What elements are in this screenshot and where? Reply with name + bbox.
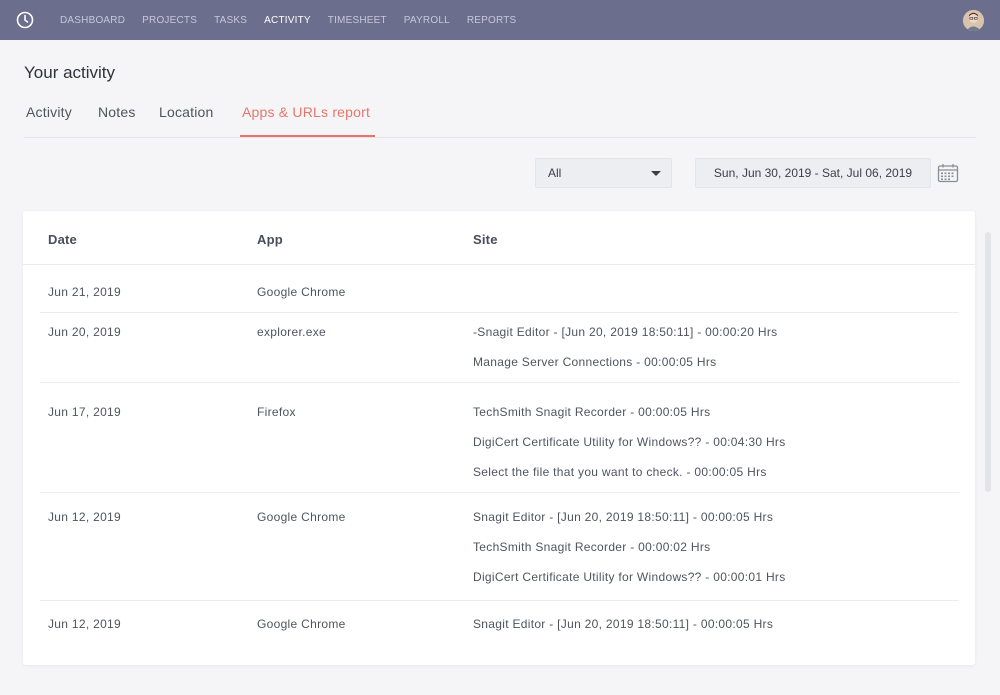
user-avatar-icon <box>963 10 984 31</box>
nav-payroll[interactable]: PAYROLL <box>404 15 450 26</box>
calendar-icon[interactable] <box>937 163 959 183</box>
row-site-entry: Manage Server Connections - 00:00:05 Hrs <box>473 355 717 369</box>
activity-tabs: Activity Notes Location Apps & URLs repo… <box>24 96 976 138</box>
row-site-entry: Select the file that you want to check. … <box>473 465 767 479</box>
table-row: Jun 12, 2019 Google Chrome Snagit Editor… <box>40 493 959 601</box>
nav-tasks[interactable]: TASKS <box>214 15 247 26</box>
row-date: Jun 12, 2019 <box>48 617 121 631</box>
caret-down-icon <box>651 171 661 176</box>
nav-activity[interactable]: ACTIVITY <box>264 15 311 26</box>
nav-projects[interactable]: PROJECTS <box>142 15 197 26</box>
row-site-entry: Snagit Editor - [Jun 20, 2019 18:50:11] … <box>473 510 774 524</box>
row-date: Jun 20, 2019 <box>48 325 121 339</box>
column-header-site[interactable]: Site <box>473 232 498 247</box>
tab-activity[interactable]: Activity <box>26 104 72 120</box>
row-app: Google Chrome <box>257 510 346 524</box>
date-range-picker[interactable]: Sun, Jun 30, 2019 - Sat, Jul 06, 2019 <box>695 158 931 188</box>
table-row: Jun 12, 2019 Google Chrome Snagit Editor… <box>40 601 959 651</box>
nav-dashboard[interactable]: DASHBOARD <box>60 15 125 26</box>
top-navigation-bar: DASHBOARD PROJECTS TASKS ACTIVITY TIMESH… <box>0 0 1000 40</box>
nav-reports[interactable]: REPORTS <box>467 15 517 26</box>
row-site-entry: TechSmith Snagit Recorder - 00:00:02 Hrs <box>473 540 711 554</box>
row-site-entry: DigiCert Certificate Utility for Windows… <box>473 570 786 584</box>
row-site-entry: DigiCert Certificate Utility for Windows… <box>473 435 786 449</box>
tab-apps-urls-report[interactable]: Apps & URLs report <box>242 104 370 120</box>
date-range-value: Sun, Jun 30, 2019 - Sat, Jul 06, 2019 <box>713 166 913 180</box>
type-filter-select[interactable]: All <box>535 158 672 188</box>
tab-location[interactable]: Location <box>159 104 214 120</box>
table-row: Jun 20, 2019 explorer.exe -Snagit Editor… <box>40 313 959 383</box>
row-app: Google Chrome <box>257 617 346 631</box>
row-site-entry: Snagit Editor - [Jun 20, 2019 18:50:11] … <box>473 617 774 631</box>
column-header-date[interactable]: Date <box>48 232 77 247</box>
apps-urls-table: Date App Site Jun 21, 2019 Google Chrome… <box>23 211 975 665</box>
main-nav: DASHBOARD PROJECTS TASKS ACTIVITY TIMESH… <box>60 0 533 40</box>
column-header-app[interactable]: App <box>257 232 283 247</box>
row-site-entry: -Snagit Editor - [Jun 20, 2019 18:50:11]… <box>473 325 778 339</box>
scrollbar[interactable] <box>985 232 991 492</box>
table-row: Jun 17, 2019 Firefox TechSmith Snagit Re… <box>40 383 959 493</box>
row-site-entry: TechSmith Snagit Recorder - 00:00:05 Hrs <box>473 405 711 419</box>
table-header: Date App Site <box>23 211 975 265</box>
clock-icon[interactable] <box>16 11 34 29</box>
row-date: Jun 21, 2019 <box>48 285 121 299</box>
nav-timesheet[interactable]: TIMESHEET <box>328 15 387 26</box>
tab-notes[interactable]: Notes <box>98 104 136 120</box>
active-tab-indicator <box>240 135 375 137</box>
row-date: Jun 17, 2019 <box>48 405 121 419</box>
page-title: Your activity <box>24 63 116 82</box>
row-app: explorer.exe <box>257 325 326 339</box>
table-row: Jun 21, 2019 Google Chrome <box>40 266 959 313</box>
row-app: Firefox <box>257 405 296 419</box>
row-app: Google Chrome <box>257 285 346 299</box>
type-filter-value: All <box>548 166 562 180</box>
row-date: Jun 12, 2019 <box>48 510 121 524</box>
avatar[interactable] <box>963 10 984 31</box>
